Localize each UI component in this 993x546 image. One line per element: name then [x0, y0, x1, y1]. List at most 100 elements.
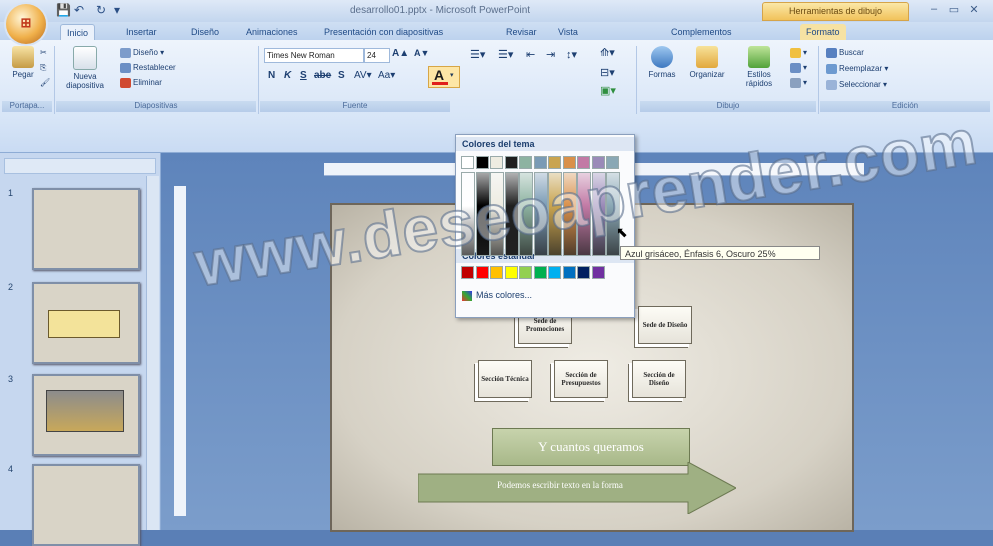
theme-color-swatch[interactable]	[475, 156, 489, 169]
standard-color-swatch[interactable]	[490, 266, 503, 279]
theme-color-swatch[interactable]	[577, 156, 590, 169]
standard-color-swatch[interactable]	[548, 266, 561, 279]
theme-shade-column[interactable]	[562, 172, 577, 256]
theme-color-swatch[interactable]	[562, 156, 576, 169]
panel-scrollbar[interactable]	[146, 176, 159, 530]
copy-icon[interactable]: ⎘	[40, 63, 46, 73]
strikethrough-button[interactable]: abe	[314, 70, 331, 81]
org-box[interactable]: Sede de Diseño	[638, 306, 692, 344]
theme-shade-column[interactable]	[548, 172, 562, 256]
theme-color-swatch[interactable]	[606, 156, 619, 169]
layout-button[interactable]: Diseño ▾	[120, 48, 164, 58]
underline-button[interactable]: S	[300, 70, 307, 81]
slide-thumbnail-4[interactable]	[32, 464, 140, 546]
align-text-icon[interactable]: ⊟▾	[600, 66, 615, 79]
format-painter-icon[interactable]: 🖌	[40, 78, 50, 87]
tab-revisar[interactable]: Revisar	[500, 24, 543, 40]
theme-shade-column[interactable]	[461, 172, 475, 256]
standard-color-swatch[interactable]	[461, 266, 474, 279]
slide-thumbnail-3[interactable]	[32, 374, 140, 456]
delete-icon	[120, 78, 131, 88]
org-box[interactable]: Sección de Diseño	[632, 360, 686, 398]
reset-button[interactable]: Restablecer	[120, 63, 176, 73]
smartart-icon[interactable]: ▣▾	[600, 84, 616, 97]
shape-outline-icon[interactable]: ▾	[790, 63, 807, 73]
qat-customize-icon[interactable]: ▾	[114, 3, 120, 18]
tab-inicio[interactable]: Inicio	[60, 24, 96, 41]
delete-slide-button[interactable]: Eliminar	[120, 78, 162, 88]
standard-color-swatch[interactable]	[504, 266, 518, 279]
shrink-font-icon[interactable]: A▼	[414, 48, 429, 58]
font-color-button[interactable]: A ▾	[428, 66, 460, 88]
select-button[interactable]: Seleccionar ▾	[826, 80, 887, 90]
more-colors-option[interactable]: Más colores...	[462, 290, 532, 301]
slide-thumbnail-1[interactable]	[32, 188, 140, 270]
org-box[interactable]: Sección Técnica	[478, 360, 532, 398]
layout-icon	[120, 48, 131, 58]
cut-icon[interactable]: ✂	[40, 48, 47, 57]
minimize-icon[interactable]: –	[925, 3, 943, 17]
standard-color-swatch[interactable]	[519, 266, 532, 279]
theme-shade-column[interactable]	[475, 172, 490, 256]
tab-animaciones[interactable]: Animaciones	[240, 24, 304, 40]
tab-formato[interactable]: Formato	[800, 24, 846, 40]
tab-complementos[interactable]: Complementos	[665, 24, 738, 40]
standard-color-swatch[interactable]	[577, 266, 590, 279]
numbering-icon[interactable]: ☰▾	[498, 48, 513, 61]
change-case-icon[interactable]: Aa▾	[378, 70, 395, 81]
close-icon[interactable]: ✕	[965, 3, 983, 17]
slide-thumbnail-2[interactable]	[32, 282, 140, 364]
theme-color-swatch[interactable]	[533, 156, 547, 169]
tab-diseno[interactable]: Diseño	[185, 24, 225, 40]
theme-color-swatch[interactable]	[490, 156, 503, 169]
redo-icon[interactable]: ↻	[96, 3, 106, 18]
standard-color-swatch[interactable]	[475, 266, 489, 279]
new-slide-button[interactable]: Nueva diapositiva	[60, 46, 110, 90]
org-box[interactable]: Sección de Presupuestos	[554, 360, 608, 398]
paste-button[interactable]: Pegar	[6, 46, 40, 79]
tab-presentacion[interactable]: Presentación con diapositivas	[318, 24, 449, 40]
shapes-button[interactable]: Formas	[644, 46, 680, 79]
theme-shade-column[interactable]	[591, 172, 606, 256]
theme-color-swatch[interactable]	[548, 156, 561, 169]
save-icon[interactable]: 💾	[56, 3, 71, 18]
increase-indent-icon[interactable]: ⇥	[546, 48, 555, 61]
shadow-button[interactable]: S	[338, 70, 345, 81]
panel-tabs[interactable]	[4, 158, 156, 174]
tab-vista[interactable]: Vista	[552, 24, 584, 40]
shape-effects-icon[interactable]: ▾	[790, 78, 807, 88]
theme-color-swatch[interactable]	[504, 156, 518, 169]
theme-shade-column[interactable]	[519, 172, 533, 256]
theme-shade-column[interactable]	[490, 172, 504, 256]
quick-styles-button[interactable]: Estilos rápidos	[734, 46, 784, 88]
grow-font-icon[interactable]: A▲	[392, 48, 409, 59]
theme-shade-column[interactable]	[533, 172, 548, 256]
theme-shade-column[interactable]	[606, 172, 620, 256]
standard-color-swatch[interactable]	[591, 266, 605, 279]
undo-icon[interactable]: ↶	[74, 3, 84, 18]
theme-shade-column[interactable]	[577, 172, 591, 256]
font-size-field[interactable]: 24	[364, 48, 390, 63]
char-spacing-icon[interactable]: AV▾	[354, 70, 372, 81]
arrange-button[interactable]: Organizar	[684, 46, 730, 79]
bold-button[interactable]: N	[268, 70, 275, 81]
theme-shade-column[interactable]	[504, 172, 519, 256]
standard-color-swatch[interactable]	[533, 266, 547, 279]
bullets-icon[interactable]: ☰▾	[470, 48, 485, 61]
replace-button[interactable]: Reemplazar ▾	[826, 64, 888, 74]
shape-fill-icon[interactable]: ▾	[790, 48, 807, 58]
font-family-field[interactable]: Times New Roman	[264, 48, 364, 63]
decrease-indent-icon[interactable]: ⇤	[526, 48, 535, 61]
standard-color-swatch[interactable]	[562, 266, 576, 279]
find-button[interactable]: Buscar	[826, 48, 864, 58]
theme-color-swatch[interactable]	[591, 156, 605, 169]
theme-color-swatch[interactable]	[461, 156, 474, 169]
theme-color-swatch[interactable]	[519, 156, 532, 169]
office-button[interactable]: ⊞	[6, 4, 46, 44]
line-spacing-icon[interactable]: ↕▾	[566, 48, 577, 61]
scroll-banner-shape[interactable]: Y cuantos queramos	[492, 428, 690, 466]
text-direction-icon[interactable]: ⟰▾	[600, 46, 615, 59]
tab-insertar[interactable]: Insertar	[120, 24, 163, 40]
italic-button[interactable]: K	[284, 70, 291, 81]
maximize-icon[interactable]: ▭	[945, 3, 963, 17]
